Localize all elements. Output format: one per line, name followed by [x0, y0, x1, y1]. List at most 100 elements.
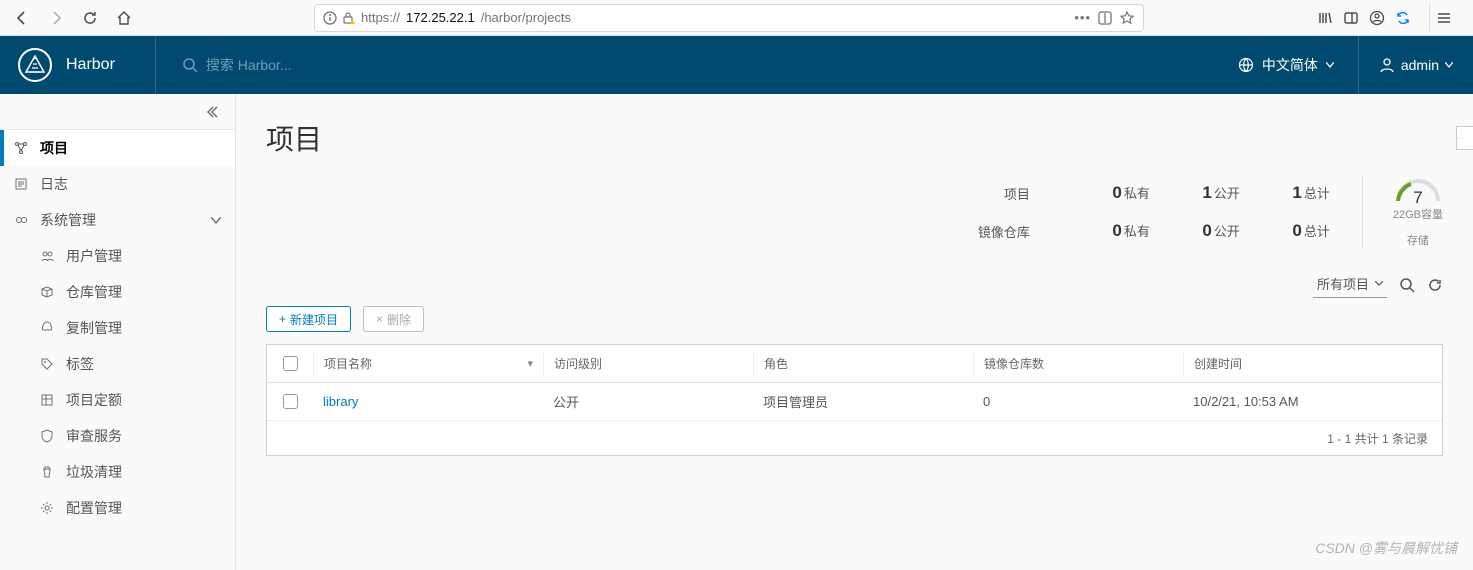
- sidebar-item-logs[interactable]: 日志: [0, 166, 235, 202]
- stats-repos-private: 0私有: [1060, 221, 1150, 241]
- reload-button[interactable]: [76, 4, 104, 32]
- user-icon: [1379, 57, 1395, 73]
- filter-icon[interactable]: ▾: [527, 357, 533, 370]
- project-filter-select[interactable]: 所有项目: [1313, 272, 1387, 298]
- quota-icon: [40, 393, 56, 407]
- sidebar-collapse-button[interactable]: [0, 94, 235, 130]
- global-search[interactable]: [182, 57, 506, 73]
- language-selector[interactable]: 中文简体: [1214, 36, 1359, 94]
- sidebar-item-projects[interactable]: 项目: [0, 130, 235, 166]
- back-button[interactable]: [8, 4, 36, 32]
- stats-projects-label: 项目: [978, 184, 1060, 203]
- col-repos[interactable]: 镜像仓库数: [973, 352, 1183, 376]
- browser-toolbar: https:// 172.25.22.1/harbor/projects •••: [0, 0, 1473, 36]
- hamburger-menu-icon[interactable]: [1429, 4, 1457, 32]
- page-actions-icon[interactable]: •••: [1074, 10, 1091, 25]
- gear-icon: [40, 501, 56, 515]
- sidebar-sub-config[interactable]: 配置管理: [0, 490, 235, 526]
- plus-icon: +: [279, 312, 286, 326]
- delete-button: × 删除: [363, 306, 424, 332]
- projects-table: 项目名称▾ 访问级别 角色 镜像仓库数 创建时间 library 公开 项目管理…: [266, 344, 1443, 456]
- user-name: admin: [1401, 57, 1439, 73]
- stats-repos-total: 0总计: [1240, 221, 1330, 241]
- search-input[interactable]: [206, 57, 506, 73]
- cell-created: 10/2/21, 10:53 AM: [1183, 394, 1442, 409]
- select-all-checkbox[interactable]: [283, 356, 298, 371]
- side-panel-handle[interactable]: [1456, 126, 1473, 150]
- user-menu[interactable]: admin: [1359, 36, 1473, 94]
- sidebar-sub-label: 项目定额: [66, 390, 122, 410]
- row-checkbox[interactable]: [283, 394, 298, 409]
- storage-gauge: 7 22GB容量 存储: [1362, 176, 1443, 248]
- delete-label: 删除: [387, 311, 411, 328]
- new-project-button[interactable]: + 新建项目: [266, 306, 351, 332]
- chevron-down-icon: [1445, 62, 1453, 68]
- search-filter-icon[interactable]: [1399, 277, 1415, 293]
- close-icon: ×: [376, 312, 383, 326]
- sidebar-sub-label: 复制管理: [66, 318, 122, 338]
- sidebar-sub-quotas[interactable]: 项目定额: [0, 382, 235, 418]
- sidebar-sub-label: 仓库管理: [66, 282, 122, 302]
- watermark: CSDN @雾与晨解忧铺: [1315, 538, 1457, 558]
- forward-button[interactable]: [42, 4, 70, 32]
- url-prefix: https://: [361, 10, 400, 25]
- lock-warning-icon[interactable]: [341, 11, 355, 25]
- sidebar-item-label: 日志: [40, 174, 68, 194]
- table-footer: 1 - 1 共计 1 条记录: [267, 421, 1442, 455]
- sidebar-sub-label: 用户管理: [66, 246, 122, 266]
- sidebar-item-label: 项目: [40, 138, 68, 158]
- col-access[interactable]: 访问级别: [543, 352, 753, 376]
- table-row[interactable]: library 公开 项目管理员 0 10/2/21, 10:53 AM: [267, 383, 1442, 421]
- app-name: Harbor: [66, 56, 115, 74]
- table-header: 项目名称▾ 访问级别 角色 镜像仓库数 创建时间: [267, 345, 1442, 383]
- search-icon: [182, 57, 198, 73]
- refresh-icon[interactable]: [1427, 277, 1443, 293]
- home-button[interactable]: [110, 4, 138, 32]
- harbor-logo-icon: [18, 48, 52, 82]
- sidebar-sub-replication[interactable]: 复制管理: [0, 310, 235, 346]
- url-path: /harbor/projects: [481, 10, 571, 25]
- storage-capacity: 22GB容量: [1393, 206, 1443, 222]
- stats-projects-private: 0私有: [1060, 183, 1150, 203]
- col-created[interactable]: 创建时间: [1183, 352, 1442, 376]
- sidebar: 项目 日志 系统管理 用户管理 仓库管理 复制管理 标签 项目定额 审查服务 垃…: [0, 94, 236, 570]
- admin-icon: [14, 213, 30, 227]
- account-icon[interactable]: [1369, 10, 1385, 26]
- col-role[interactable]: 角色: [753, 352, 973, 376]
- stats-repos-label: 镜像仓库: [978, 222, 1060, 241]
- stats-repos-public: 0公开: [1150, 221, 1240, 241]
- bookmark-star-icon[interactable]: [1119, 10, 1135, 26]
- sidebar-icon[interactable]: [1343, 10, 1359, 26]
- url-host: 172.25.22.1: [406, 10, 475, 25]
- reader-icon[interactable]: [1097, 10, 1113, 26]
- logs-icon: [14, 177, 30, 191]
- url-bar[interactable]: https:// 172.25.22.1/harbor/projects •••: [314, 4, 1144, 32]
- globe-icon: [1238, 57, 1254, 73]
- chevron-down-icon: [1326, 62, 1334, 68]
- page-title: 项目: [266, 118, 1443, 158]
- sidebar-sub-audit[interactable]: 审查服务: [0, 418, 235, 454]
- storage-label: 存储: [1393, 232, 1443, 248]
- cell-role: 项目管理员: [753, 392, 973, 411]
- info-icon[interactable]: [323, 11, 337, 25]
- sidebar-sub-gc[interactable]: 垃圾清理: [0, 454, 235, 490]
- main-content: 项目 项目 0私有 1公开 1总计 镜像仓库 0私有 0公开 0总计 7 22G…: [236, 94, 1473, 570]
- logo[interactable]: Harbor: [18, 36, 156, 94]
- sidebar-sub-labels[interactable]: 标签: [0, 346, 235, 382]
- trash-icon: [40, 465, 56, 479]
- repo-icon: [40, 285, 56, 299]
- users-icon: [40, 249, 56, 263]
- sync-icon[interactable]: [1395, 10, 1411, 26]
- sidebar-sub-repositories[interactable]: 仓库管理: [0, 274, 235, 310]
- col-name[interactable]: 项目名称▾: [313, 352, 543, 376]
- sidebar-item-label: 系统管理: [40, 210, 96, 230]
- shield-icon: [40, 429, 56, 443]
- sidebar-item-admin[interactable]: 系统管理: [0, 202, 235, 238]
- project-link[interactable]: library: [323, 394, 358, 409]
- stats-summary: 项目 0私有 1公开 1总计 镜像仓库 0私有 0公开 0总计 7 22GB容量…: [266, 176, 1443, 248]
- stats-projects-total: 1总计: [1240, 183, 1330, 203]
- sidebar-sub-label: 垃圾清理: [66, 462, 122, 482]
- sidebar-sub-label: 配置管理: [66, 498, 122, 518]
- sidebar-sub-users[interactable]: 用户管理: [0, 238, 235, 274]
- library-icon[interactable]: [1317, 10, 1333, 26]
